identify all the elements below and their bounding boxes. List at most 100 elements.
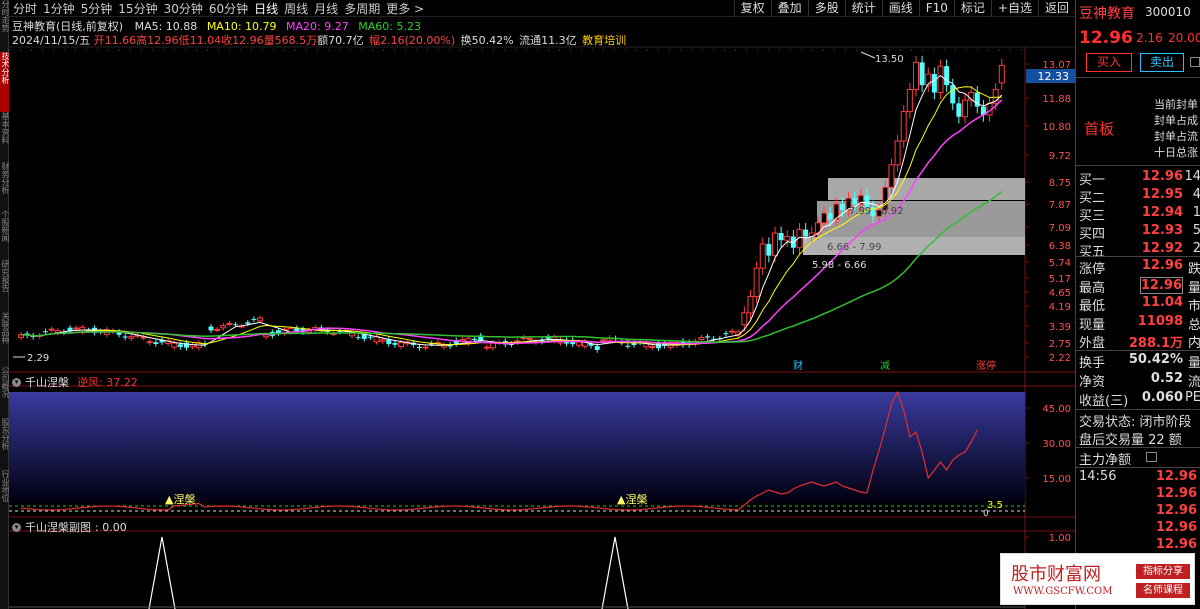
tick-price: 12.96 [1155,537,1197,552]
range-label: 5.98 - 6.66 [812,260,867,271]
bids-label: 买四 [1079,227,1106,242]
indicator1-legend: 逆风: 37.22 [77,376,138,389]
bids-suffix: 5 [1193,223,1200,238]
stats-value: 11098 [1137,313,1183,329]
candle-body [355,337,361,339]
stats-label: 涨停 [1079,262,1106,277]
net-flow-label[interactable]: 主力净额 [1079,449,1131,468]
stats-label: 最低 [1079,299,1106,314]
y-tick-label: 1.00 [1049,533,1071,544]
candle-body [575,341,582,346]
indicator1-title[interactable]: 千山涅槃 [25,374,69,390]
watermark-title: 股市财富网 [1011,564,1101,585]
stats-label: 最高 [1079,280,1106,296]
candle-body [912,61,919,91]
stats-value: 12.96 [1139,276,1183,294]
y-tick-label: 2.22 [1049,353,1071,364]
candle-body [937,65,944,93]
left-tab-7[interactable]: 公司概况 [0,366,9,416]
expand-icon[interactable] [1190,57,1200,67]
candle-body [392,342,398,345]
seal-note-1: 封单占成 [1154,114,1198,127]
left-tab-2[interactable]: 基本资料 [0,112,9,160]
candle-body [698,337,705,341]
collapse-icon[interactable]: ▾ [12,377,21,387]
bids-label: 买二 [1079,191,1106,206]
candle-body [367,336,373,338]
candle-body [361,334,367,339]
quote-stock-code: 300010 [1145,5,1191,19]
y-tick-label: 3.39 [1049,322,1071,333]
candle-body [894,140,901,166]
fund-suffix: 量 [1187,356,1200,371]
left-tab-5[interactable]: 研究报告 [0,260,9,310]
zero-label: 0 [983,509,989,519]
candle-body [747,296,754,314]
left-tab-9[interactable]: 行业地位 [0,470,9,520]
sell-button[interactable]: 卖出 [1140,53,1184,72]
quote-panel: 豆神教育 300010 12.96 2.16 20.00 买入 卖出 首板 当前… [1075,0,1200,609]
fund-label: 净资 [1079,375,1106,390]
left-tab-4[interactable]: 个股新闻 [0,210,9,258]
collapse-icon[interactable]: ▾ [12,522,21,532]
after-hours-volume: 盘后交易量 22 额 [1079,433,1182,448]
spike-line [148,536,176,609]
range-label: 7.99 - 8.92 [849,206,904,217]
candle-body [171,342,178,348]
candle-body [520,337,527,340]
candle-body [43,331,49,333]
bids-row: 买四 12.93 5 [1076,223,1200,242]
buy-button[interactable]: 买入 [1086,53,1132,72]
candle-body [900,111,907,142]
chart-canvas[interactable]: 45.0030.0015.003.50▲涅槃▲涅槃 1.000.50 13.07… [9,0,1075,609]
net-flow-icon[interactable] [1146,452,1157,462]
candle-body [128,336,135,339]
y-tick-label: 6.38 [1049,241,1071,252]
stats-row: 外盘 288.1万内 [1076,332,1200,351]
candle-body [778,233,784,241]
y-tick-label: 10.80 [1042,122,1071,133]
candle-body [600,339,607,342]
bids-suffix: 14 [1184,169,1200,184]
trade-status: 交易状态: 闭市阶段 [1079,415,1192,430]
stats-row: 涨停 12.96 跌 [1076,258,1200,277]
y-tick-label: 45.00 [1042,404,1071,415]
candle-body [146,341,153,344]
fund-value: 50.42% [1128,352,1183,367]
y-tick-label: 7.09 [1049,223,1071,234]
candle-body [766,243,772,256]
candle-body [214,328,221,331]
bids-value: 12.93 [1141,223,1183,238]
bids-suffix: 4 [1193,187,1200,202]
quote-change-pct: 20.00 [1168,31,1200,45]
fund-label: 换手 [1079,356,1106,371]
candle-body [226,322,233,325]
indicator2-title[interactable]: 千山涅槃副图 [25,519,91,535]
left-tab-6[interactable]: 关联品种 [0,312,9,364]
candle-body [379,339,386,342]
current-price-tag: 12.33 [1038,70,1070,83]
stats-suffix: 市 [1187,299,1200,314]
stats-value: 288.1万 [1128,336,1183,351]
stats-row: 最低 11.04 市 [1076,295,1200,314]
y-tick-label: 30.00 [1042,439,1071,450]
bids-value: 12.94 [1141,205,1183,220]
y-tick-label: 7.87 [1049,200,1071,211]
left-tab-3[interactable]: 财务分析 [0,162,9,208]
candle-body [122,336,128,338]
candle-body [257,317,264,322]
indicator2-legend: : 0.00 [95,520,127,534]
spike-line [601,536,629,609]
left-tab-1[interactable]: 技术分析 [0,52,9,112]
left-tab-8[interactable]: 股东分析 [0,418,9,468]
event-tag: 涨停 [976,359,996,372]
bids-suffix: 1 [1193,205,1200,220]
stats-suffix: 内 [1187,336,1200,351]
seal-note-2: 封单占流 [1154,130,1198,143]
candle-body [208,326,214,331]
event-tag: 财 [793,359,803,372]
candle-body [803,229,809,237]
candle-body [472,338,478,341]
watermark-url: WWW.GSCFW.COM [1013,586,1113,597]
left-tab-0[interactable]: 分时走势 [0,0,9,48]
